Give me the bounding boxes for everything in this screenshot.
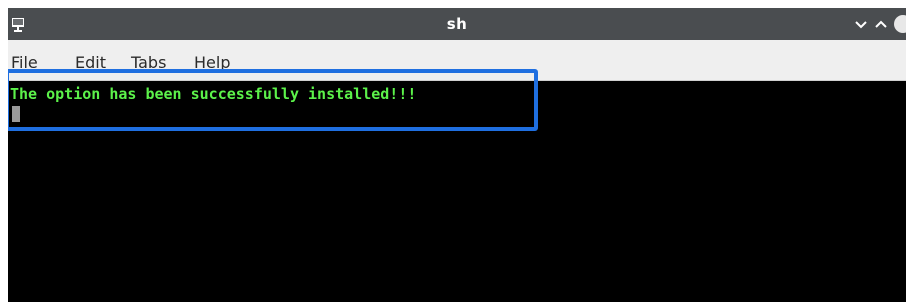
menu-bar: File Edit Tabs Help [8,40,906,81]
menu-item-edit[interactable]: Edit [75,53,106,73]
title-bar[interactable]: sh [8,8,906,40]
terminal-output[interactable]: The option has been successfully install… [8,81,906,302]
close-circle-icon[interactable] [894,15,906,33]
menu-item-help[interactable]: Help [194,53,230,73]
terminal-line: The option has been successfully install… [10,85,417,103]
text-cursor [12,106,20,122]
menu-item-tabs[interactable]: Tabs [131,53,166,73]
window-title: sh [446,15,468,33]
chevron-down-icon[interactable] [853,16,869,32]
chevron-up-icon[interactable] [873,16,889,32]
menu-item-file[interactable]: File [11,53,38,73]
terminal-window: sh File Edit Tabs Help The option has be… [8,8,906,302]
